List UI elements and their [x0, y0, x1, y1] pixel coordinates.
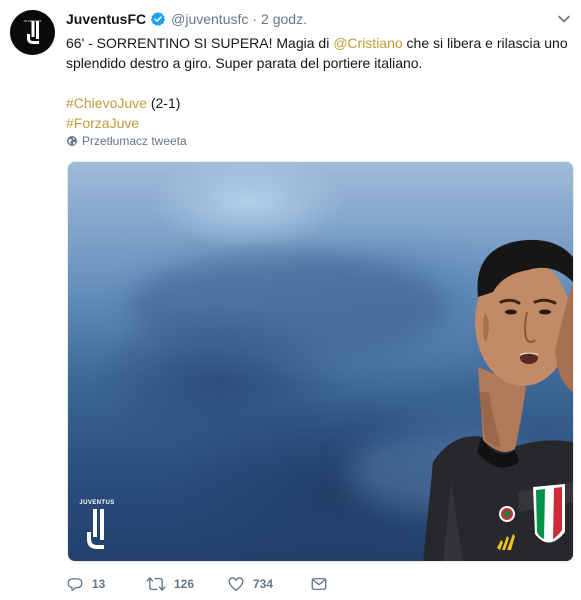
tweet-header: JuventusFC @juventusfc · 2 godz. — [66, 9, 307, 29]
retweet-count: 126 — [174, 577, 195, 591]
juventus-logo-icon — [26, 20, 39, 44]
hashtag-link-forzajuve[interactable]: #ForzaJuve — [66, 115, 139, 131]
heart-icon — [228, 577, 244, 592]
avatar[interactable]: JUVENTUS — [10, 10, 55, 55]
player-photo — [423, 239, 573, 561]
juventus-logo-icon — [87, 509, 104, 549]
verified-badge-icon — [150, 12, 166, 26]
globe-icon — [67, 136, 77, 146]
hashtag-line-2: #ForzaJuve — [66, 113, 571, 133]
direct-message-button[interactable] — [310, 575, 336, 593]
hashtag-link-chievojuve[interactable]: #ChievoJuve — [66, 95, 147, 111]
reply-button[interactable]: 13 — [66, 575, 105, 593]
translate-label: Przetłumacz tweeta — [82, 134, 187, 148]
background-blur — [128, 252, 448, 362]
retweet-icon — [146, 577, 166, 591]
media-logo-wordmark: JUVENTUS — [79, 500, 115, 506]
user-handle[interactable]: @juventusfc — [171, 11, 248, 27]
reply-count: 13 — [92, 577, 106, 591]
tweet-text: 66' - SORRENTINO SI SUPERA! Magia di @Cr… — [66, 33, 571, 133]
reply-icon — [67, 578, 83, 592]
score-text: (2-1) — [146, 95, 181, 111]
retweet-button[interactable]: 126 — [146, 575, 194, 593]
tweet-text-part1: 66' - SORRENTINO SI SUPERA! Magia di — [66, 35, 334, 51]
like-button[interactable]: 734 — [227, 575, 273, 593]
separator-dot: · — [252, 11, 258, 27]
display-name[interactable]: JuventusFC — [66, 11, 146, 27]
tweet-photo[interactable]: JUVENTUS — [67, 161, 574, 562]
hashtag-line-1: #ChievoJuve (2-1) — [66, 93, 571, 113]
tweet-body: 66' - SORRENTINO SI SUPERA! Magia di @Cr… — [66, 33, 571, 73]
caret-down-icon[interactable] — [557, 12, 571, 26]
translate-tweet-link[interactable]: Przetłumacz tweeta — [66, 134, 187, 148]
scudetto-badge — [533, 484, 565, 543]
mention-link[interactable]: @Cristiano — [333, 35, 402, 51]
timestamp[interactable]: 2 godz. — [261, 11, 307, 27]
tweet: JUVENTUS JuventusFC @juventusfc · 2 godz… — [0, 0, 581, 600]
juventus-media-logo: JUVENTUS — [78, 500, 116, 552]
envelope-icon — [311, 578, 327, 590]
like-count: 734 — [253, 577, 274, 591]
avatar-wordmark: JUVENTUS — [23, 19, 42, 23]
